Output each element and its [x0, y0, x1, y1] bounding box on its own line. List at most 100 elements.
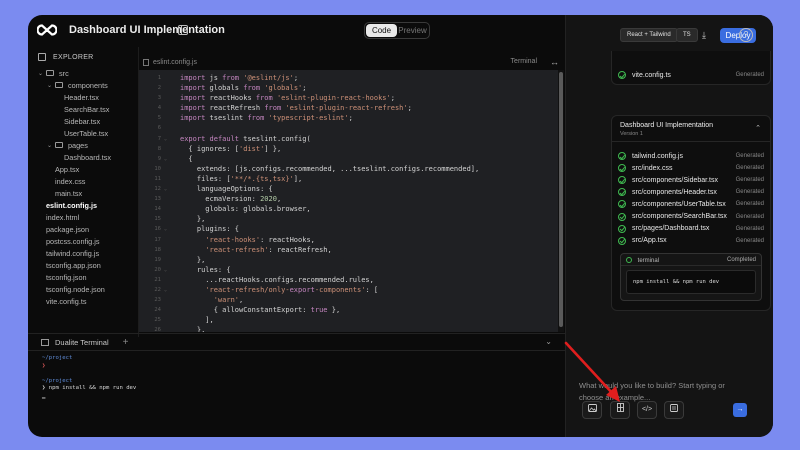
file-item[interactable]: tailwind.config.js [28, 247, 138, 259]
prompt-input[interactable]: What would you like to build? Start typi… [578, 372, 738, 437]
chevron-down-icon[interactable]: ⌄ [47, 142, 55, 149]
file-item[interactable]: postcss.config.js [28, 235, 138, 247]
code-line[interactable]: 9 ⌄ { [139, 154, 558, 164]
attach-image-button[interactable] [582, 401, 602, 419]
file-row[interactable]: src/index.css Generated [612, 162, 770, 174]
code-line[interactable]: 19 }, [139, 255, 558, 265]
code-line[interactable]: 24 { allowConstantExport: true }, [139, 305, 558, 315]
download-icon[interactable]: ⤓ [702, 30, 706, 41]
chevron-down-icon[interactable]: ⌄ [47, 82, 55, 89]
fold-icon[interactable] [161, 83, 170, 93]
file-item[interactable]: index.css [28, 175, 138, 187]
editor-scrollbar[interactable] [558, 70, 564, 332]
fold-icon[interactable]: ⌄ [161, 134, 170, 144]
code-line[interactable]: 6 [139, 123, 558, 133]
fold-icon[interactable] [161, 103, 170, 113]
terminal-title[interactable]: Dualite Terminal [55, 338, 109, 347]
code-line[interactable]: 7 ⌄ export default tseslint.config( [139, 134, 558, 144]
code-line[interactable]: 3 import reactHooks from 'eslint-plugin-r… [139, 93, 558, 103]
file-row[interactable]: src/App.tsx Generated [612, 235, 770, 247]
code-line[interactable]: 12 ⌄ languageOptions: { [139, 184, 558, 194]
fold-icon[interactable] [161, 235, 170, 245]
code-editor[interactable]: 1 import js from '@eslint/js'; 2 import glo… [139, 70, 558, 332]
code-line[interactable]: 15 }, [139, 214, 558, 224]
fold-icon[interactable] [161, 305, 170, 315]
fold-icon[interactable] [161, 113, 170, 123]
code-line[interactable]: 23 'warn', [139, 295, 558, 305]
file-row[interactable]: src/components/UserTable.tsx Generated [612, 198, 770, 210]
file-item[interactable]: vite.config.ts [28, 295, 138, 307]
fold-icon[interactable] [161, 73, 170, 83]
code-line[interactable]: 10 extends: [js.configs.recommended, ...… [139, 164, 558, 174]
send-button[interactable]: → [733, 403, 747, 417]
code-line[interactable]: 5 import tseslint from 'typescript-eslint… [139, 113, 558, 123]
fold-icon[interactable] [161, 325, 170, 332]
code-line[interactable]: 14 globals: globals.browser, [139, 204, 558, 214]
file-row[interactable]: src/components/Sidebar.tsx Generated [612, 174, 770, 186]
code-line[interactable]: 13 ecmaVersion: 2020, [139, 194, 558, 204]
code-line[interactable]: 25 ], [139, 315, 558, 325]
toggle-sidebar-icon[interactable] [178, 25, 188, 35]
help-button[interactable]: ? [739, 28, 753, 42]
chevron-down-icon[interactable]: ⌄ [545, 337, 552, 346]
fold-icon[interactable] [161, 245, 170, 255]
file-item[interactable]: tsconfig.node.json [28, 283, 138, 295]
new-terminal-icon[interactable]: + [123, 337, 129, 348]
editor-scrollbar-thumb[interactable] [559, 72, 563, 327]
code-line[interactable]: 17 'react-hooks': reactHooks, [139, 235, 558, 245]
code-line[interactable]: 22 ⌄ 'react-refresh/only-export-component… [139, 285, 558, 295]
code-line[interactable]: 4 import reactRefresh from 'eslint-plugin… [139, 103, 558, 113]
code-line[interactable]: 26 }, [139, 325, 558, 332]
code-line[interactable]: 8 { ignores: ['dist'] }, [139, 144, 558, 154]
file-row[interactable]: vite.config.ts Generated [612, 69, 770, 81]
version-card-header[interactable]: Dashboard UI Implementation Version 1 ⌃ [612, 116, 770, 142]
file-item[interactable]: tsconfig.app.json [28, 259, 138, 271]
fold-icon[interactable] [161, 204, 170, 214]
fold-icon[interactable]: ⌄ [161, 285, 170, 295]
fold-icon[interactable] [161, 315, 170, 325]
file-item[interactable]: package.json [28, 223, 138, 235]
fold-icon[interactable] [161, 144, 170, 154]
fold-icon[interactable] [161, 194, 170, 204]
code-line[interactable]: 1 import js from '@eslint/js'; [139, 73, 558, 83]
file-item[interactable]: eslint.config.js [28, 199, 138, 211]
fold-icon[interactable] [161, 214, 170, 224]
file-row[interactable]: src/components/SearchBar.tsx Generated [612, 210, 770, 222]
fold-icon[interactable] [161, 295, 170, 305]
chevron-up-icon[interactable]: ⌃ [755, 124, 761, 132]
file-item[interactable]: Header.tsx [28, 91, 138, 103]
fold-icon[interactable]: ⌄ [161, 224, 170, 234]
code-snippet-button[interactable]: </> [637, 401, 657, 419]
file-item[interactable]: SearchBar.tsx [28, 103, 138, 115]
code-line[interactable]: 11 files: ['**/*.{ts,tsx}'], [139, 174, 558, 184]
file-row[interactable]: src/pages/Dashboard.tsx Generated [612, 223, 770, 235]
stack-badge[interactable]: React + Tailwind [620, 28, 678, 42]
terminal-output[interactable]: ~/project ❯ ~/project ❯ npm install && npm … [42, 355, 542, 400]
document-button[interactable] [664, 401, 684, 419]
preview-tab[interactable]: Preview [397, 24, 428, 37]
file-row[interactable]: src/components/Header.tsx Generated [612, 186, 770, 198]
file-item[interactable]: main.tsx [28, 187, 138, 199]
file-item[interactable]: UserTable.tsx [28, 127, 138, 139]
file-item[interactable]: Dashboard.tsx [28, 151, 138, 163]
code-line[interactable]: 21 ...reactHooks.configs.recommended.rul… [139, 275, 558, 285]
file-item[interactable]: tsconfig.json [28, 271, 138, 283]
fold-icon[interactable]: ⌄ [161, 154, 170, 164]
code-line[interactable]: 18 'react-refresh': reactRefresh, [139, 245, 558, 255]
language-badge[interactable]: TS [676, 28, 698, 42]
file-item[interactable]: App.tsx [28, 163, 138, 175]
fold-icon[interactable]: ⌄ [161, 184, 170, 194]
fold-icon[interactable] [161, 164, 170, 174]
fold-icon[interactable] [161, 255, 170, 265]
folder-item[interactable]: ⌄ pages [28, 139, 138, 151]
folder-item[interactable]: ⌄ src [28, 67, 138, 79]
fold-icon[interactable] [161, 275, 170, 285]
fold-icon[interactable] [161, 174, 170, 184]
fold-icon[interactable] [161, 123, 170, 133]
code-tab[interactable]: Code [366, 24, 397, 37]
terminal-toggle-link[interactable]: Terminal [511, 58, 537, 65]
code-line[interactable]: 16 ⌄ plugins: { [139, 224, 558, 234]
fold-icon[interactable]: ⌄ [161, 265, 170, 275]
split-view-icon[interactable]: ↔ [550, 57, 559, 67]
fold-icon[interactable] [161, 93, 170, 103]
